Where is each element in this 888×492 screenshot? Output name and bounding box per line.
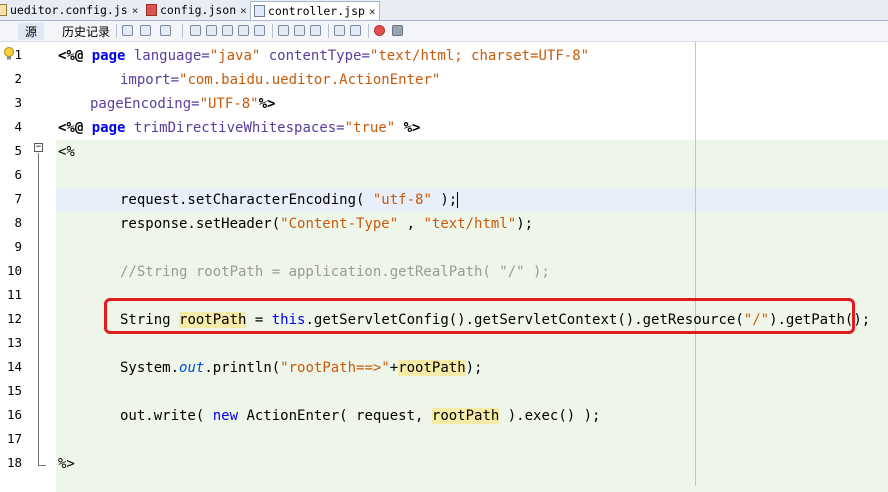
find-previous-icon[interactable] xyxy=(206,25,217,36)
code-line-2: import="com.baidu.ueditor.ActionEnter" xyxy=(120,72,441,88)
toolbar-separator xyxy=(368,24,369,38)
line-number: 7 xyxy=(14,191,22,206)
code-line-7: request.setCharacterEncoding( "utf-8" ); xyxy=(120,192,459,208)
stop-macro-icon[interactable] xyxy=(392,25,403,36)
code-line-5: <% xyxy=(58,144,75,160)
toolbar-separator xyxy=(272,24,273,38)
line-number: 10 xyxy=(6,263,22,278)
forward-icon[interactable] xyxy=(160,25,171,36)
toggle-bookmark-icon[interactable] xyxy=(310,25,321,36)
fold-guide xyxy=(38,153,39,466)
line-number: 1 xyxy=(14,47,22,62)
line-number: 3 xyxy=(14,95,22,110)
tab-controller-jsp[interactable]: controller.jsp × xyxy=(250,1,380,20)
tab-label: ueditor.config.js xyxy=(10,3,128,17)
line-number: 18 xyxy=(6,455,22,470)
source-view-button[interactable]: 源 xyxy=(18,23,44,40)
toggle-highlight-icon[interactable] xyxy=(254,25,265,36)
right-margin-guide xyxy=(695,42,696,486)
tab-config-json[interactable]: config.json × xyxy=(146,1,247,19)
line-number: 8 xyxy=(14,215,22,230)
close-tab-icon[interactable]: × xyxy=(369,5,376,18)
close-tab-icon[interactable]: × xyxy=(132,4,139,17)
json-file-icon xyxy=(146,4,157,16)
line-number: 17 xyxy=(6,431,22,446)
line-number: 9 xyxy=(14,239,22,254)
jsp-file-icon xyxy=(254,5,265,17)
toolbar-separator xyxy=(328,24,329,38)
line-number: 14 xyxy=(6,359,22,374)
toolbar-separator xyxy=(116,24,117,38)
last-edit-icon[interactable] xyxy=(122,25,133,36)
line-number: 4 xyxy=(14,119,22,134)
code-line-4: <%@ page trimDirectiveWhitespaces="true"… xyxy=(58,120,421,136)
line-number: 16 xyxy=(6,407,22,422)
line-number: 11 xyxy=(6,287,22,302)
tab-ueditor-config-js[interactable]: ueditor.config.js × xyxy=(0,1,138,19)
record-macro-icon[interactable] xyxy=(374,25,385,36)
line-number: 13 xyxy=(6,335,22,350)
tab-label: controller.jsp xyxy=(268,4,365,18)
line-number: 15 xyxy=(6,383,22,398)
code-line-8: response.setHeader("Content-Type" , "tex… xyxy=(120,216,534,232)
code-editor[interactable]: <%@ page language="java" contentType="te… xyxy=(56,42,888,492)
code-line-1: <%@ page language="java" contentType="te… xyxy=(58,48,590,64)
tab-label: config.json xyxy=(160,3,237,17)
previous-bookmark-icon[interactable] xyxy=(278,25,289,36)
line-number: 6 xyxy=(14,167,22,182)
fold-guide-end xyxy=(38,465,46,466)
shift-right-icon[interactable] xyxy=(350,25,361,36)
code-line-3: pageEncoding="UTF-8"%> xyxy=(90,96,276,112)
code-line-16: out.write( new ActionEnter( request, roo… xyxy=(120,408,601,424)
line-number: 5 xyxy=(14,143,22,158)
next-bookmark-icon[interactable] xyxy=(294,25,305,36)
find-selection-icon[interactable] xyxy=(238,25,249,36)
text-caret xyxy=(457,192,459,208)
highlight-annotation-box xyxy=(104,298,855,334)
shift-left-icon[interactable] xyxy=(334,25,345,36)
toolbar-separator xyxy=(182,24,183,38)
js-file-icon xyxy=(0,4,7,16)
find-next-icon[interactable] xyxy=(222,25,233,36)
line-number: 12 xyxy=(6,311,22,326)
editor-tab-bar: ueditor.config.js × config.json × contro… xyxy=(0,0,888,21)
history-view-button[interactable]: 历史记录 xyxy=(62,23,110,40)
code-line-18: %> xyxy=(58,456,75,472)
close-tab-icon[interactable]: × xyxy=(240,4,247,17)
line-number: 2 xyxy=(14,71,22,86)
code-line-14: System.out.println("rootPath==>"+rootPat… xyxy=(120,360,483,376)
code-line-10: //String rootPath = application.getRealP… xyxy=(120,264,550,280)
editor-toolbar: 源 历史记录 xyxy=(0,21,888,42)
fold-collapse-icon[interactable]: − xyxy=(34,143,43,152)
back-icon[interactable] xyxy=(140,25,151,36)
find-icon[interactable] xyxy=(190,25,201,36)
